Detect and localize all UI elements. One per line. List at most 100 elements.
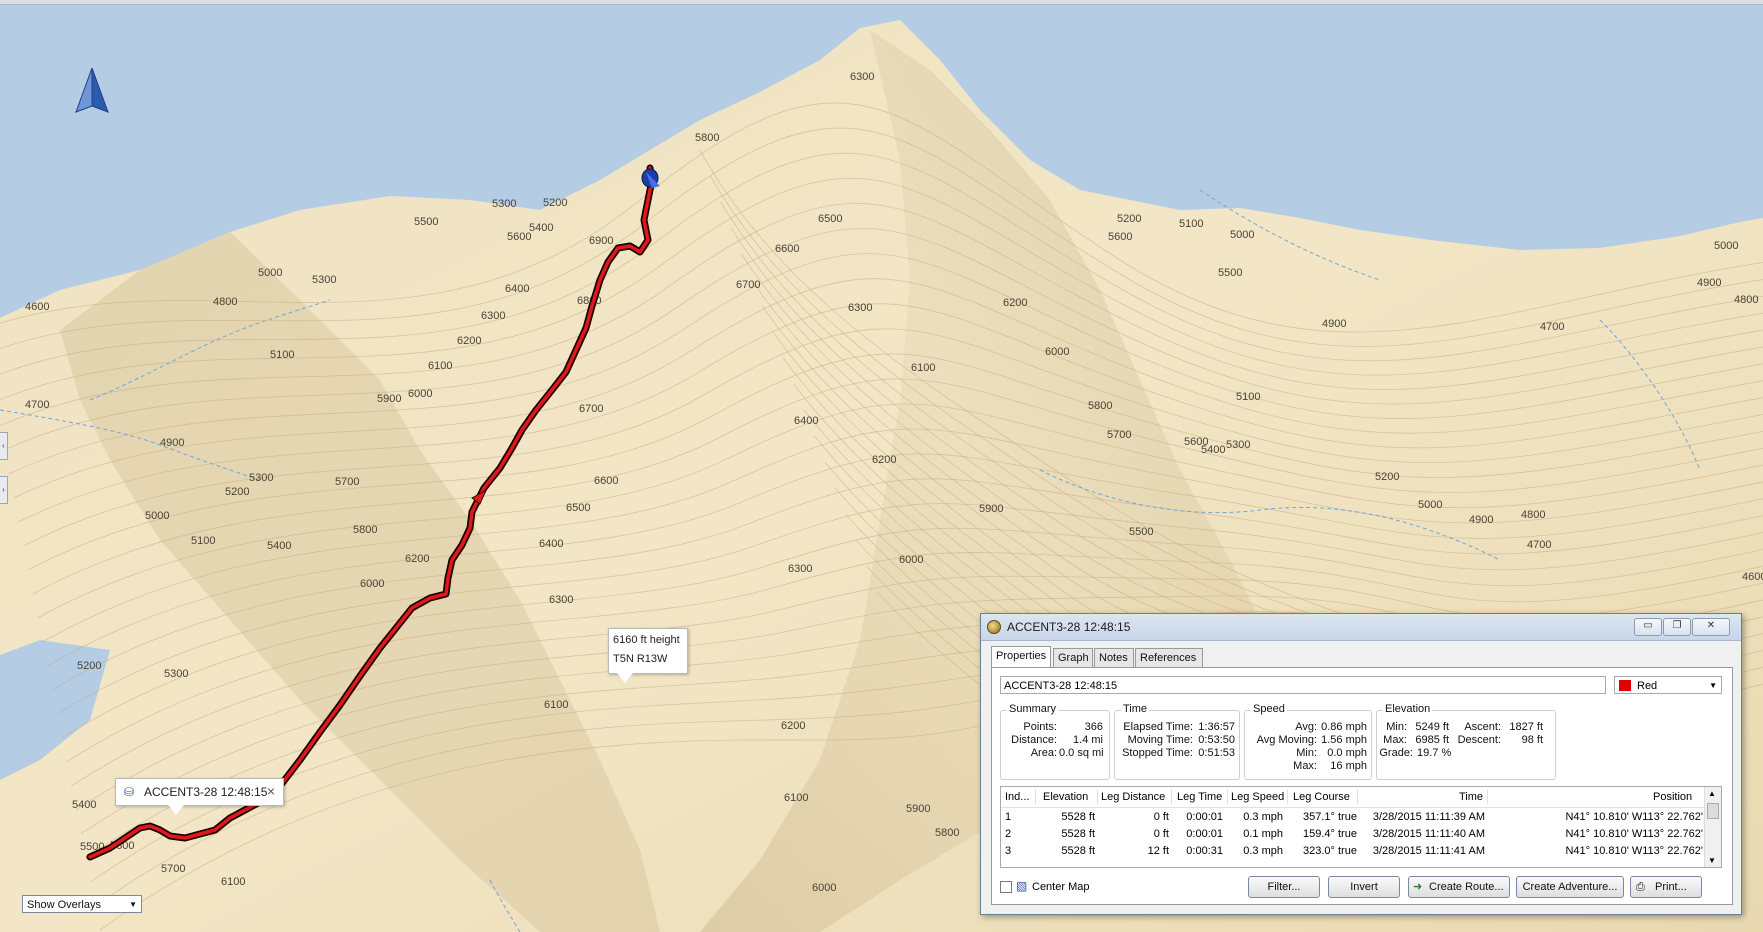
col-leg-course[interactable]: Leg Course [1293,789,1350,805]
center-map-label: Center Map [1032,881,1090,893]
contour-label: 6100 [428,360,452,372]
invert-button[interactable]: Invert [1328,876,1400,898]
descent-label: Descent: [1457,734,1501,746]
table-header: Ind... Elevation Leg Distance Leg Time L… [1001,787,1705,808]
col-leg-distance[interactable]: Leg Distance [1101,789,1165,805]
stopped-label: Stopped Time: [1122,747,1193,759]
contour-label: 6100 [544,699,568,711]
points-label: Points: [1023,721,1057,733]
restore-button[interactable]: ❐ [1663,618,1691,636]
contour-label: 6100 [784,792,808,804]
table-row[interactable]: 3 5528 ft 12 ft 0:00:31 0.3 mph 323.0° true 3/… [1001,843,1705,859]
contour-label: 5200 [1117,213,1141,225]
tab-properties[interactable]: Properties [991,646,1051,667]
create-adventure-button[interactable]: Create Adventure... [1516,876,1624,898]
col-time[interactable]: Time [1459,789,1483,805]
contour-label: 4900 [160,437,184,449]
avg-speed-label: Avg: [1295,721,1317,733]
contour-label: 6700 [736,279,760,291]
top-toolbar-edge [0,0,1763,5]
contour-label: 6100 [221,876,245,888]
table-cell: 3 [1005,845,1012,857]
properties-panel: ACCENT3-28 12:48:15 Red ▼ Summary Points… [991,667,1733,905]
contour-label: 6600 [594,475,618,487]
show-overlays-select[interactable]: Show Overlays ▼ [22,895,142,913]
center-map-checkbox[interactable] [1000,881,1012,893]
avg-speed-value: 0.86 mph [1321,721,1367,733]
close-icon[interactable]: × [267,783,275,799]
scroll-thumb[interactable] [1707,803,1719,819]
table-scrollbar[interactable]: ▲ ▼ [1704,787,1721,867]
table-cell: 5528 ft [1061,828,1095,840]
route-icon: ➜ [1413,881,1423,893]
points-value: 366 [1084,721,1103,733]
bottom-controls: ▧ Center Map Filter... Invert ➜ Create R… [1000,876,1730,900]
scroll-up-icon[interactable]: ▲ [1708,789,1716,798]
table-cell: 0 ft [1153,828,1169,840]
contour-label: 6900 [589,235,613,247]
col-leg-time[interactable]: Leg Time [1177,789,1222,805]
tab-references[interactable]: References [1135,648,1203,667]
table-cell: 0.3 mph [1243,845,1283,857]
track-properties-window[interactable]: ACCENT3-28 12:48:15 ▭ ❐ ✕ Properties Gra… [980,613,1742,915]
track-name-input[interactable]: ACCENT3-28 12:48:15 [1000,676,1606,694]
distance-label: Distance: [1011,734,1057,746]
contour-label: 5300 [492,198,516,210]
col-index[interactable]: Ind... [1005,789,1029,805]
contour-label: 6500 [566,502,590,514]
trackpoints-table[interactable]: Ind... Elevation Leg Distance Leg Time L… [1000,786,1722,868]
table-cell: 3/28/2015 11:11:40 AM [1372,828,1485,840]
min-speed-label: Min: [1296,747,1317,759]
contour-label: 5000 [1418,499,1442,511]
table-cell: 323.0° true [1303,845,1357,857]
contour-label: 5700 [1107,429,1131,441]
elevation-title: Elevation [1383,703,1433,715]
minimize-button[interactable]: ▭ [1634,618,1662,636]
contour-label: 5100 [270,349,294,361]
north-arrow-icon[interactable] [72,66,112,116]
window-titlebar[interactable]: ACCENT3-28 12:48:15 ▭ ❐ ✕ [981,614,1741,641]
scroll-down-icon[interactable]: ▼ [1708,856,1716,865]
descent-value: 98 ft [1521,734,1543,746]
ascent-value: 1827 ft [1509,721,1543,733]
elapsed-value: 1:36:57 [1198,721,1235,733]
contour-label: 5600 [1108,231,1132,243]
track-color-select[interactable]: Red ▼ [1614,676,1722,694]
print-button[interactable]: ⎙ Print... [1630,876,1702,898]
col-position[interactable]: Position [1653,789,1692,805]
tab-notes[interactable]: Notes [1094,648,1134,667]
table-row[interactable]: 2 5528 ft 0 ft 0:00:01 0.1 mph 159.4° true 3/2… [1001,826,1705,842]
panel-collapse-handle-bottom[interactable]: › [0,476,8,504]
table-cell: 0.3 mph [1243,811,1283,823]
table-row[interactable]: 1 5528 ft 0 ft 0:00:01 0.3 mph 357.1° true 3/2… [1001,809,1705,825]
avg-moving-value: 1.56 mph [1321,734,1367,746]
panel-collapse-handle-top[interactable]: ‹ [0,432,8,460]
table-cell: 0:00:01 [1186,828,1223,840]
table-cell: 2 [1005,828,1012,840]
create-route-button[interactable]: ➜ Create Route... [1408,876,1510,898]
chevron-down-icon: ▼ [1709,681,1717,690]
contour-label: 4700 [25,399,49,411]
contour-label: 6300 [850,71,874,83]
contour-label: 5300 [164,668,188,680]
contour-label: 6500 [818,213,842,225]
table-cell: 5528 ft [1061,811,1095,823]
contour-label: 5400 [529,222,553,234]
filter-button[interactable]: Filter... [1248,876,1320,898]
contour-label: 6000 [1045,346,1069,358]
col-leg-speed[interactable]: Leg Speed [1231,789,1284,805]
col-elevation[interactable]: Elevation [1043,789,1088,805]
point-height: 6160 ft height [613,634,680,646]
track-icon: ⛁ [124,785,135,799]
contour-label: 5400 [267,540,291,552]
contour-label: 5000 [145,510,169,522]
track-popup[interactable]: ⛁ ACCENT3-28 12:48:15 × [115,778,284,815]
contour-label: 4700 [1540,321,1564,333]
close-button[interactable]: ✕ [1692,618,1730,636]
tab-graph[interactable]: Graph [1053,648,1093,667]
contour-label: 6000 [899,554,923,566]
max-elev-value: 6985 ft [1415,734,1449,746]
moving-value: 0:53:50 [1198,734,1235,746]
contour-label: 5400 [72,799,96,811]
contour-label: 6300 [848,302,872,314]
